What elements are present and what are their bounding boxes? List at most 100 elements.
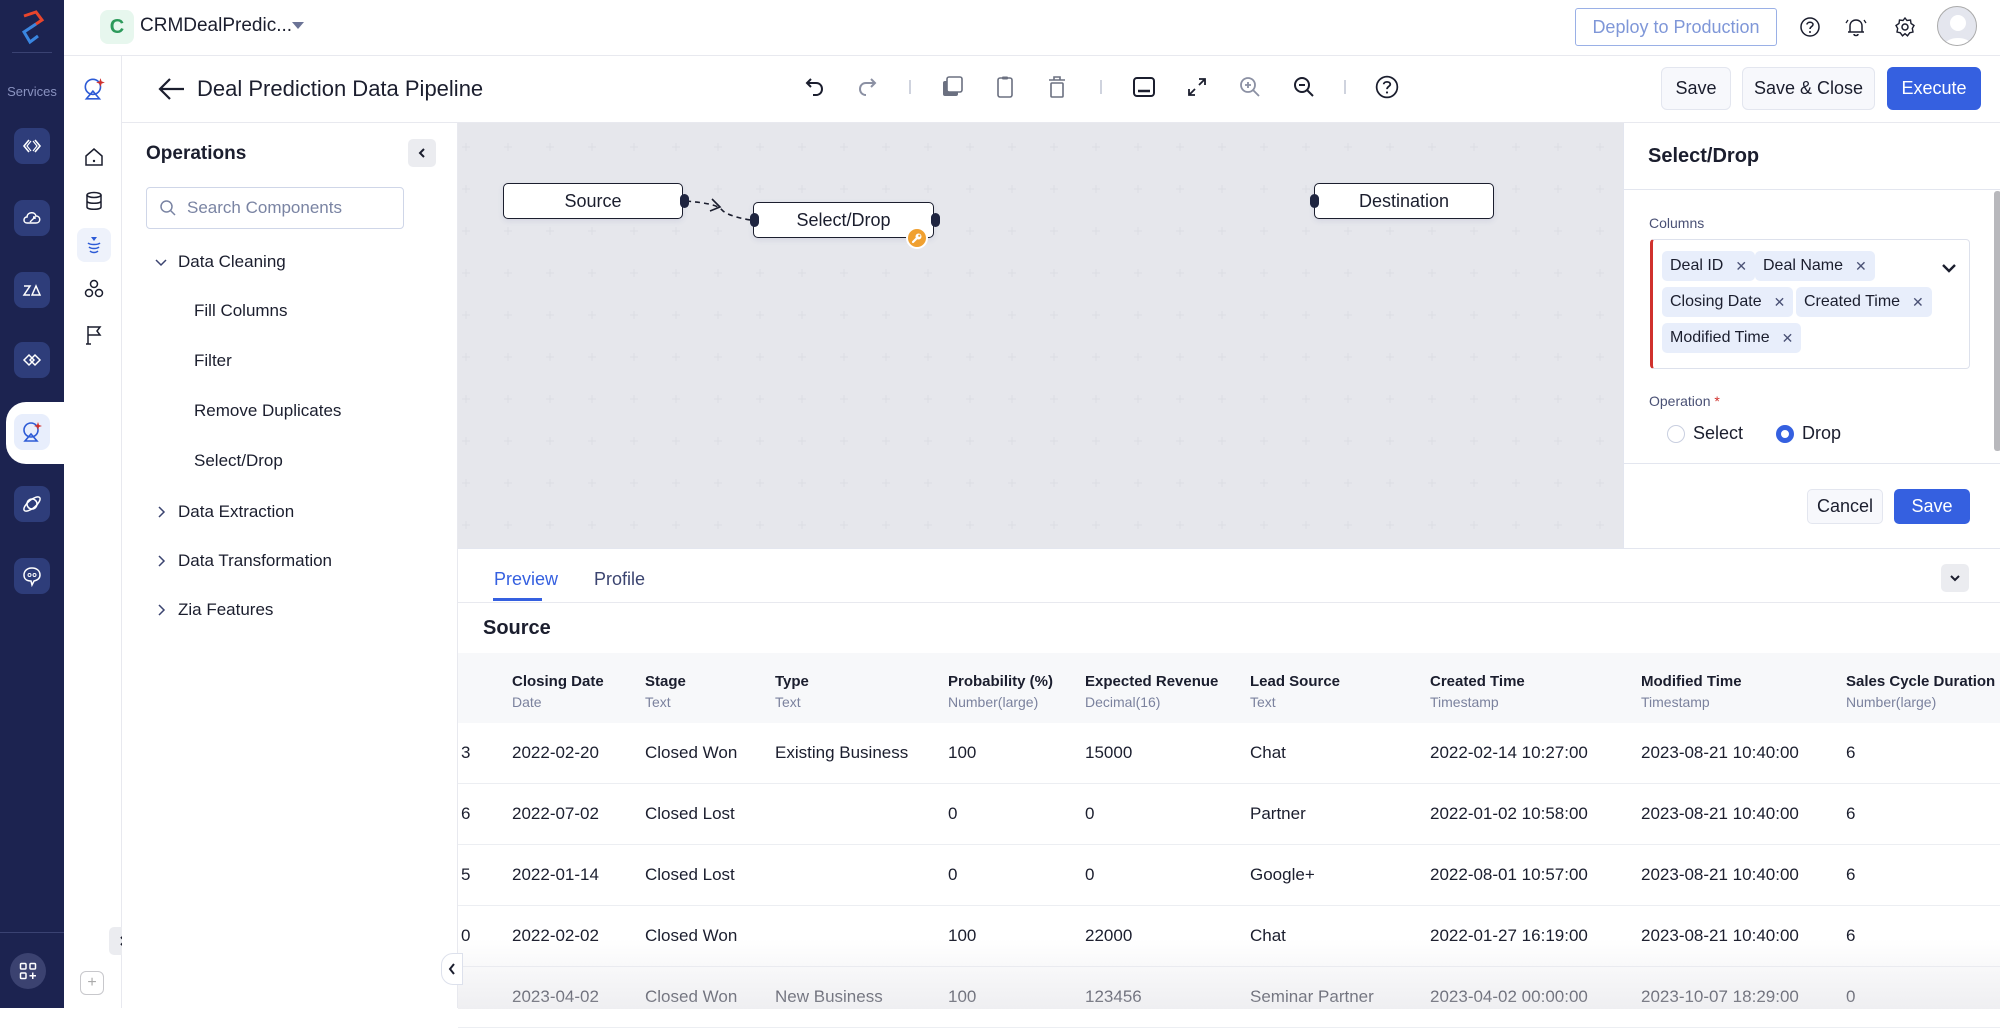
tab-profile[interactable]: Profile [594, 569, 645, 590]
user-avatar[interactable] [1937, 6, 1977, 46]
remove-tag-icon[interactable]: ✕ [1774, 294, 1786, 311]
undo-button[interactable] [800, 72, 830, 102]
nav-datastore[interactable] [77, 184, 111, 218]
radio-label: Select [1693, 423, 1744, 443]
project-name[interactable]: CRMDealPredic... [140, 15, 292, 37]
rail-item-code[interactable] [14, 128, 50, 164]
column-tag: Created Time ✕ [1796, 287, 1932, 317]
node-source[interactable]: Source [503, 183, 683, 219]
redo-button[interactable] [852, 72, 882, 102]
redo-icon [858, 78, 877, 96]
table-row[interactable]: 6 2022-07-02 Closed Lost 0 0 Partner 2022-01-0… [458, 784, 2000, 845]
table-cell: 100 [948, 743, 977, 762]
fit-screen-button[interactable] [1182, 72, 1212, 102]
source-output-port[interactable] [680, 194, 689, 208]
back-arrow-icon[interactable] [156, 76, 186, 102]
search-components-input[interactable]: Search Components [146, 187, 404, 229]
table-row[interactable]: 3 2022-02-20 Closed Won Existing Business 10… [458, 723, 2000, 784]
notifications-button[interactable] [1843, 14, 1869, 40]
deploy-to-production-button[interactable]: Deploy to Production [1575, 8, 1777, 46]
search-placeholder: Search Components [187, 198, 342, 217]
table-cell: Existing Business [775, 743, 909, 762]
cancel-button[interactable]: Cancel [1807, 489, 1883, 524]
nav-pipeline-home[interactable] [77, 72, 111, 106]
expand-arrows-icon [1188, 78, 1206, 96]
project-dropdown-caret-icon[interactable] [292, 22, 304, 29]
collapse-preview-button[interactable] [1941, 564, 1969, 592]
paste-button[interactable] [990, 72, 1020, 102]
secondary-nav: + [64, 56, 137, 1008]
settings-button[interactable] [1892, 14, 1918, 40]
column-type: Timestamp [1430, 694, 1499, 710]
table-cell: 2023-08-21 10:40:00 [1641, 743, 1799, 762]
columns-multiselect[interactable]: Deal ID ✕ Deal Name ✕ Closing Date ✕ Create… [1650, 239, 1970, 369]
node-config-badge[interactable] [906, 227, 928, 249]
category-label: Zia Features [178, 600, 274, 619]
chevron-down-icon[interactable] [1941, 262, 1957, 274]
services-label: Services [7, 84, 57, 99]
select-drop-input-port[interactable] [750, 213, 759, 227]
copy-button[interactable] [937, 72, 967, 102]
canvas-help-button[interactable] [1372, 72, 1402, 102]
chevron-right-icon [158, 506, 166, 518]
tab-preview[interactable]: Preview [494, 569, 558, 590]
radio-circle-selected[interactable] [1776, 424, 1794, 443]
remove-tag-icon[interactable]: ✕ [1782, 330, 1794, 347]
table-row[interactable]: 5 2022-01-14 Closed Lost 0 0 Google+ 2022-08-0… [458, 845, 2000, 906]
rail-item-cloud[interactable] [14, 200, 50, 236]
collapse-operations-side-toggle[interactable] [441, 953, 463, 985]
category-data-cleaning[interactable]: Data Cleaning [154, 252, 286, 272]
panel-save-button[interactable]: Save [1894, 489, 1970, 524]
category-data-extraction[interactable]: Data Extraction [154, 502, 294, 522]
rail-item-pipeline[interactable] [14, 414, 50, 450]
radio-drop[interactable]: Drop [1776, 423, 1841, 444]
nav-flag[interactable] [77, 318, 111, 352]
table-cell: 2022-01-14 [512, 865, 599, 884]
zoom-in-button[interactable] [1235, 72, 1265, 102]
remove-tag-icon[interactable]: ✕ [1912, 294, 1924, 311]
nav-home[interactable] [77, 140, 111, 174]
zoom-out-button[interactable] [1289, 72, 1319, 102]
column-name: Stage [645, 673, 686, 690]
category-label: Data Cleaning [178, 252, 286, 271]
column-name: Modified Time [1641, 673, 1742, 690]
components-icon [84, 279, 104, 298]
save-button[interactable]: Save [1661, 67, 1731, 110]
execute-button[interactable]: Execute [1887, 67, 1981, 110]
category-data-transformation[interactable]: Data Transformation [154, 551, 332, 571]
nav-components[interactable] [77, 272, 111, 306]
nav-pipelines[interactable] [77, 228, 111, 262]
rail-item-zia[interactable] [14, 272, 50, 308]
rail-item-planet[interactable] [14, 486, 50, 522]
toggle-bottom-panel-button[interactable] [1129, 72, 1159, 102]
operation-select-drop[interactable]: Select/Drop [194, 451, 283, 471]
destination-input-port[interactable] [1310, 194, 1319, 208]
preview-section-title: Source [483, 617, 551, 639]
category-zia-features[interactable]: Zia Features [154, 600, 273, 620]
rail-item-chatbot[interactable] [14, 558, 50, 594]
operation-filter[interactable]: Filter [194, 351, 232, 371]
rail-item-integration[interactable] [14, 342, 50, 378]
radio-circle[interactable] [1667, 424, 1685, 443]
save-and-close-button[interactable]: Save & Close [1742, 67, 1875, 110]
radio-select[interactable]: Select [1667, 423, 1743, 444]
panel-bottom-icon [1133, 77, 1155, 97]
collapse-operations-button[interactable] [408, 139, 436, 167]
add-button[interactable]: + [80, 971, 104, 995]
delete-button[interactable] [1042, 72, 1072, 102]
table-cell: 2022-01-02 10:58:00 [1430, 804, 1588, 823]
database-icon [86, 191, 102, 210]
operation-remove-duplicates[interactable]: Remove Duplicates [194, 401, 341, 421]
user-silhouette-icon [1944, 15, 1972, 45]
panel-scrollbar[interactable] [1994, 191, 2000, 451]
node-destination[interactable]: Destination [1314, 183, 1494, 219]
remove-tag-icon[interactable]: ✕ [1735, 258, 1747, 275]
chevron-right-icon [158, 604, 166, 616]
apps-button[interactable] [10, 953, 46, 989]
operation-fill-columns[interactable]: Fill Columns [194, 301, 288, 321]
table-cell: 6 [1846, 804, 1856, 823]
pipeline-canvas[interactable]: Source Select/Drop Destination [458, 123, 1623, 548]
remove-tag-icon[interactable]: ✕ [1855, 258, 1867, 275]
select-drop-output-port[interactable] [931, 213, 940, 227]
help-button[interactable] [1797, 14, 1823, 40]
